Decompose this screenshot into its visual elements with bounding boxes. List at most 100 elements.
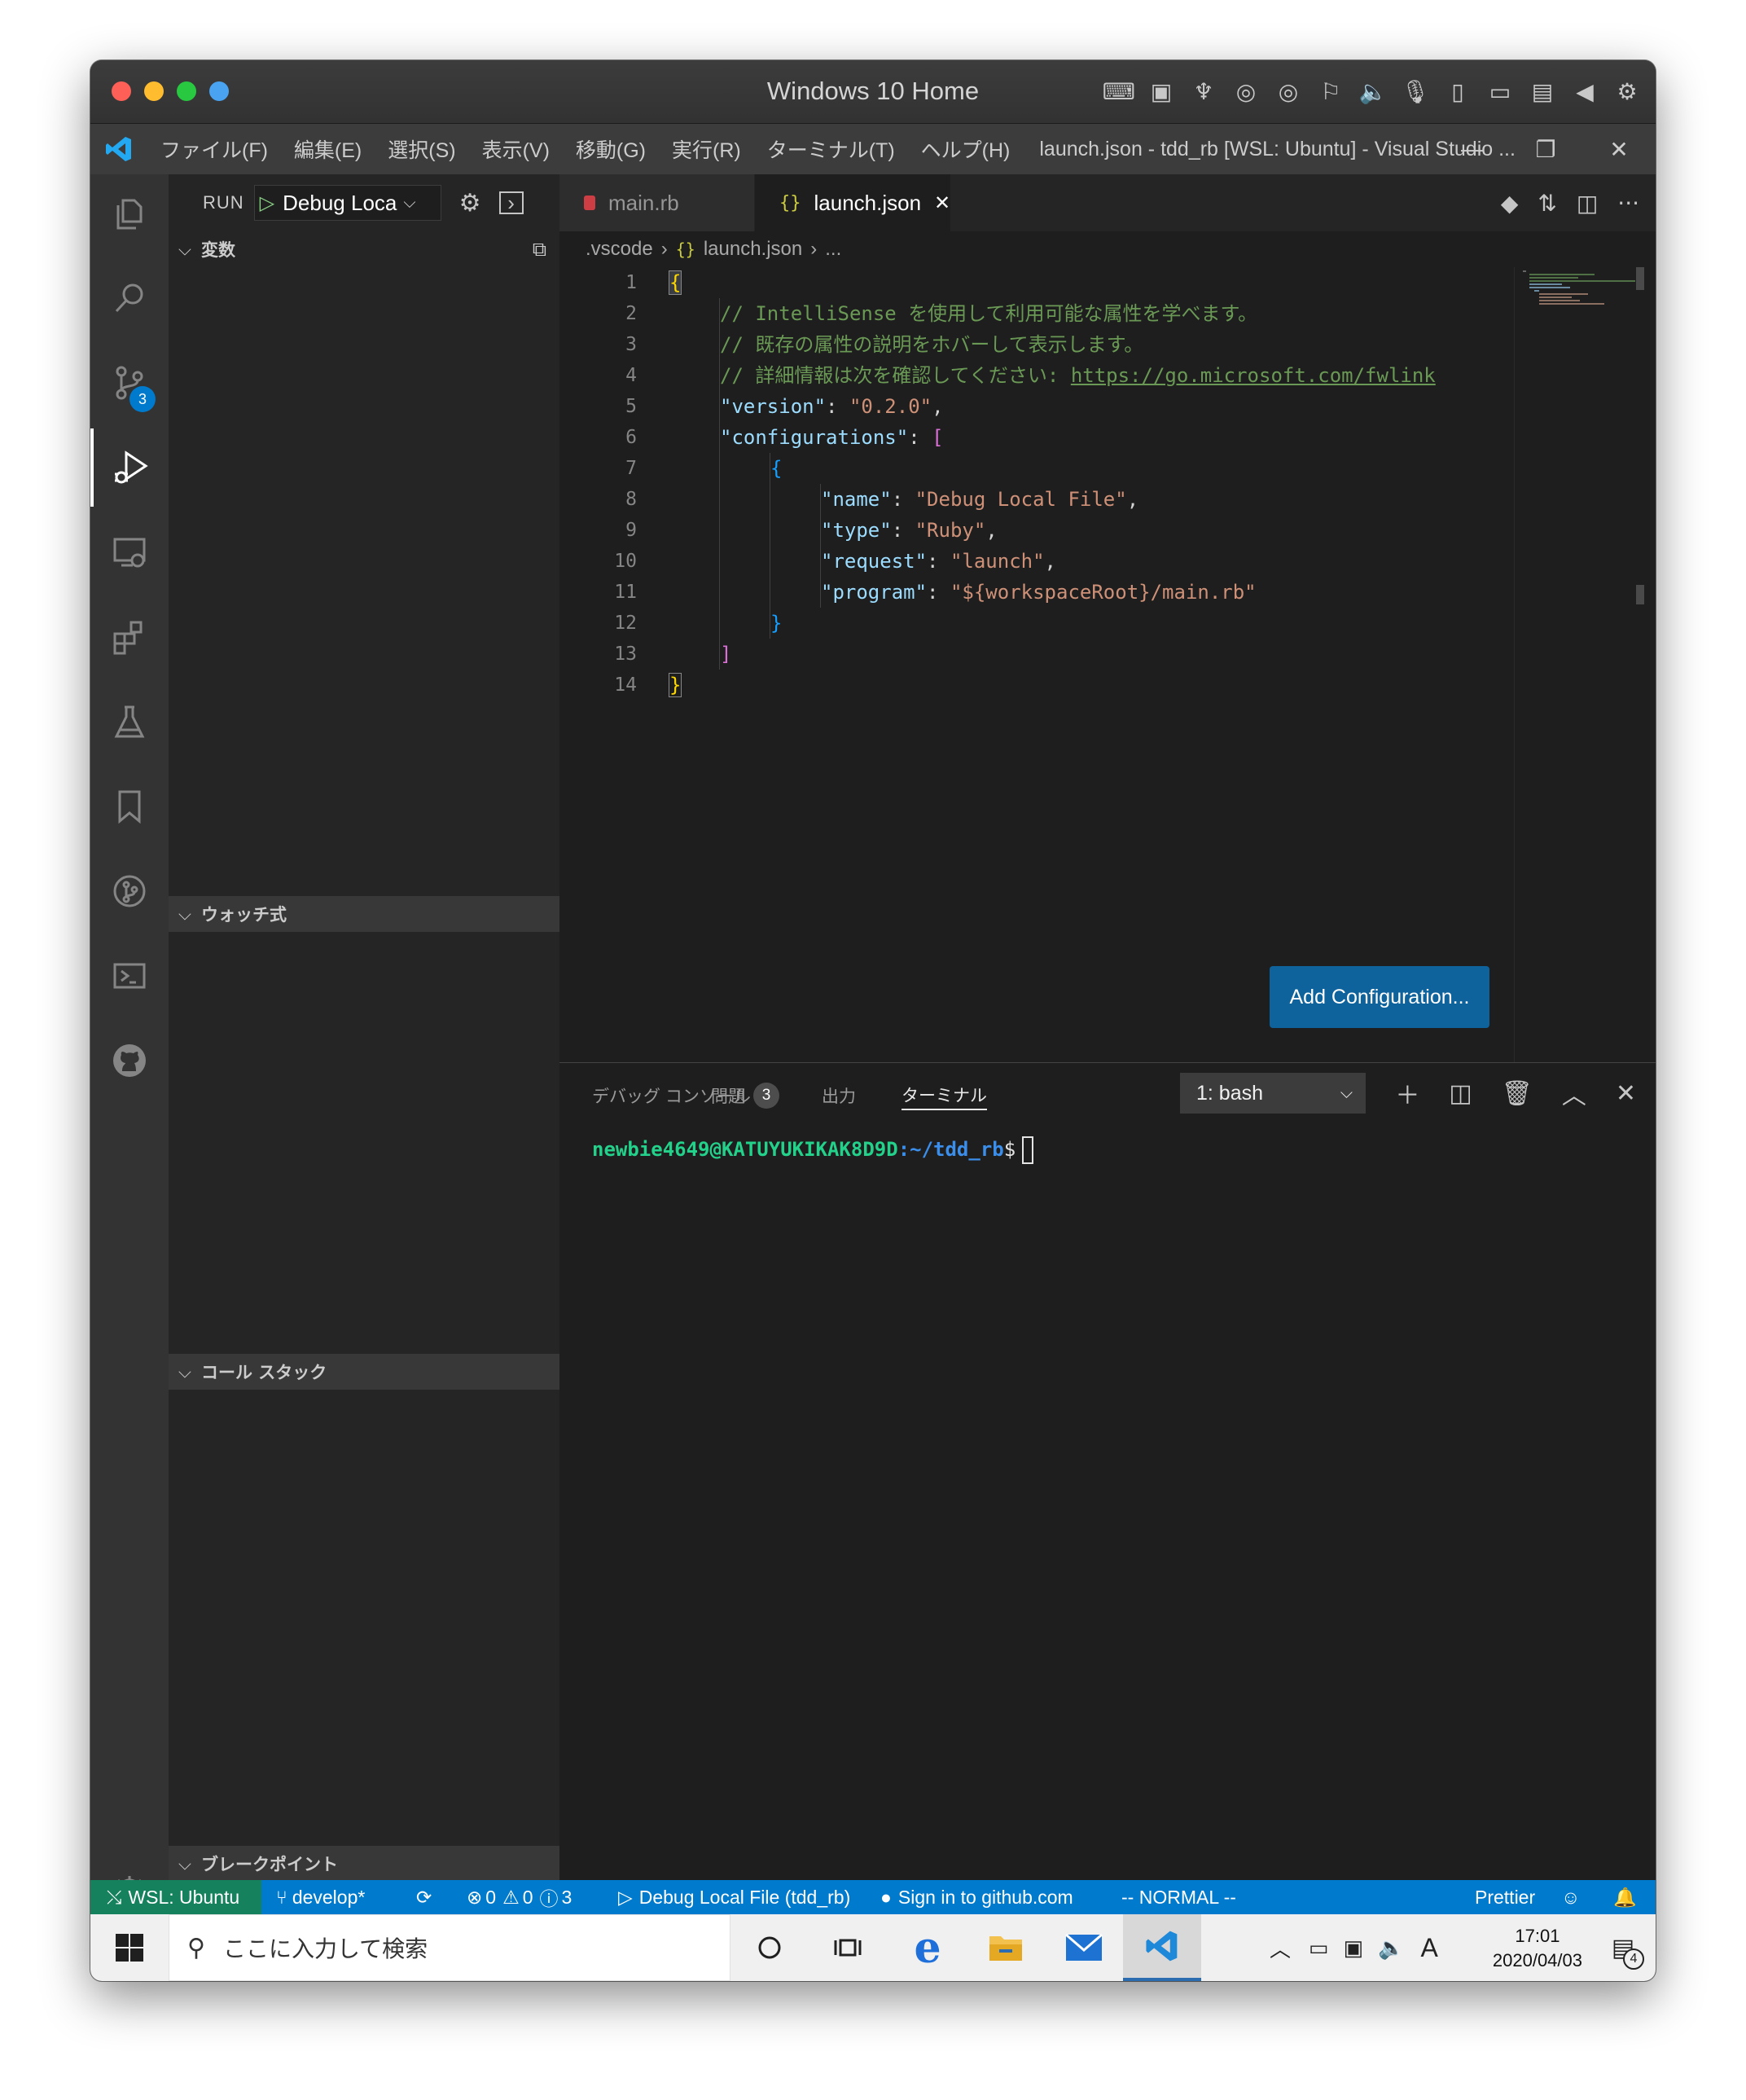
usb-icon[interactable]: ♆ xyxy=(1188,75,1219,108)
extensions-icon[interactable] xyxy=(90,598,169,676)
edge-browser-icon[interactable]: e xyxy=(888,1914,967,1981)
breadcrumb-file[interactable]: launch.json xyxy=(704,238,802,261)
cpu-icon[interactable]: ▣ xyxy=(1146,75,1177,108)
minimize-window-button[interactable]: — xyxy=(1436,124,1509,174)
debug-launch-status[interactable]: ▷ Debug Local File (tdd_rb) xyxy=(618,1880,850,1914)
source-control-icon[interactable]: 3 xyxy=(90,344,169,422)
warning-icon: ⚠ xyxy=(502,1886,520,1908)
sync-icon[interactable]: ⟳ xyxy=(416,1880,432,1914)
terminal-icon[interactable] xyxy=(90,937,169,1015)
folder-share-icon[interactable]: ▤ xyxy=(1527,75,1558,108)
remote-indicator[interactable]: ⤯ WSL: Ubuntu xyxy=(90,1880,261,1914)
windows-start-icon[interactable] xyxy=(90,1914,169,1981)
git-graph-icon[interactable] xyxy=(90,852,169,930)
run-label: RUN xyxy=(203,192,244,213)
microphone-icon[interactable]: 🎙 xyxy=(1400,75,1431,108)
volume-icon[interactable]: 🔈 xyxy=(1378,1935,1404,1961)
cd2-icon[interactable]: ◎ xyxy=(1273,75,1304,108)
restore-window-button[interactable]: ❐ xyxy=(1509,124,1582,174)
code-editor[interactable]: 1 2 3 4 5 6 7 8 9 10 11 12 13 14 { // In… xyxy=(559,267,1656,1062)
bookmark-icon[interactable] xyxy=(90,767,169,846)
line-number: 6 xyxy=(625,427,637,448)
keyboard-icon[interactable]: ⌨ xyxy=(1103,75,1135,108)
line-number: 11 xyxy=(614,582,637,603)
menu-terminal[interactable]: ターミナル(T) xyxy=(754,124,908,174)
breadcrumb-folder[interactable]: .vscode xyxy=(586,238,653,261)
tab-main-rb[interactable]: main.rb xyxy=(559,174,755,231)
cd-icon[interactable]: ◎ xyxy=(1231,75,1261,108)
git-branch[interactable]: ⑂ develop* xyxy=(276,1880,365,1914)
menu-edit[interactable]: 編集(E) xyxy=(281,124,375,174)
editor-scrollbar-thumb[interactable] xyxy=(1636,267,1644,290)
camera-icon[interactable]: ▭ xyxy=(1485,75,1516,108)
network-icon[interactable]: ▣ xyxy=(1344,1935,1364,1961)
doc-link[interactable]: https://go.microsoft.com/fwlink xyxy=(1071,364,1436,387)
tab-problems[interactable]: 問題 3 xyxy=(711,1081,779,1110)
code-line-1: { xyxy=(668,267,682,298)
task-view-icon[interactable] xyxy=(809,1914,887,1981)
speaker-icon[interactable]: 🔈 xyxy=(1358,75,1388,108)
back-arrow-icon[interactable]: ◀ xyxy=(1569,75,1600,108)
line-number: 1 xyxy=(625,272,637,293)
feedback-icon[interactable]: ☺ xyxy=(1561,1880,1580,1914)
tab-output[interactable]: 出力 xyxy=(822,1081,856,1110)
file-explorer-icon[interactable] xyxy=(967,1914,1045,1981)
tab-launch-json[interactable]: {} launch.json ✕ xyxy=(755,174,950,231)
vscode-taskbar-icon[interactable] xyxy=(1123,1914,1201,1981)
kill-terminal-trash-icon[interactable]: 🗑 xyxy=(1502,1079,1533,1108)
callstack-section-header[interactable]: ⌵ コール スタック xyxy=(169,1354,559,1390)
remote-explorer-icon[interactable] xyxy=(90,513,169,591)
ime-indicator[interactable]: A xyxy=(1421,1933,1438,1963)
watch-section-header[interactable]: ⌵ ウォッチ式 xyxy=(169,896,559,932)
maximize-panel-chevron-up-icon[interactable]: ︿ xyxy=(1562,1075,1586,1111)
split-editor-icon[interactable]: ◫ xyxy=(1577,190,1598,217)
prettier-status[interactable]: Prettier xyxy=(1475,1880,1535,1914)
open-launch-json-gear-icon[interactable]: ⚙ xyxy=(459,189,481,217)
split-terminal-icon[interactable]: ◫ xyxy=(1449,1079,1472,1108)
github-icon[interactable] xyxy=(90,1021,169,1100)
add-configuration-button[interactable]: Add Configuration... xyxy=(1270,966,1489,1028)
menu-view[interactable]: 表示(V) xyxy=(469,124,563,174)
search-icon[interactable] xyxy=(90,259,169,337)
flag-icon[interactable]: ⚐ xyxy=(1315,75,1346,108)
minimap[interactable] xyxy=(1514,267,1644,1062)
battery-icon[interactable]: ▭ xyxy=(1309,1935,1329,1961)
menu-go[interactable]: 移動(G) xyxy=(563,124,659,174)
variables-section-header[interactable]: ⌵ 変数 ⧉ xyxy=(169,231,559,267)
more-actions-icon[interactable]: ··· xyxy=(1617,190,1639,217)
collapse-all-icon[interactable]: ⧉ xyxy=(533,238,546,261)
debug-console-icon[interactable]: › xyxy=(498,191,524,215)
terminal-output[interactable]: newbie4649@KATUYUKIKAK8D9D:~/tdd_rb$ xyxy=(592,1136,1034,1164)
testing-flask-icon[interactable] xyxy=(90,683,169,761)
close-tab-icon[interactable]: ✕ xyxy=(934,191,950,215)
breakpoints-section-header[interactable]: ⌵ ブレークポイント xyxy=(169,1846,559,1882)
json-file-icon: {} xyxy=(779,192,801,213)
close-panel-icon[interactable]: ✕ xyxy=(1616,1079,1636,1108)
new-terminal-icon[interactable]: ＋ xyxy=(1395,1075,1419,1111)
menu-file[interactable]: ファイル(F) xyxy=(147,124,281,174)
taskbar-clock[interactable]: 17:01 2020/04/03 xyxy=(1493,1924,1582,1973)
run-debug-icon[interactable] xyxy=(90,428,169,507)
taskbar-search-box[interactable]: ⚲ ここに入力して検索 xyxy=(169,1914,730,1981)
open-changes-icon[interactable]: ⇅ xyxy=(1538,190,1556,217)
cortana-icon[interactable] xyxy=(730,1914,809,1981)
git-compare-icon[interactable]: ◆ xyxy=(1501,190,1519,217)
menu-run[interactable]: 実行(R) xyxy=(659,124,754,174)
terminal-select[interactable]: 1: bash ⌵ xyxy=(1180,1073,1366,1114)
menu-selection[interactable]: 選択(S) xyxy=(375,124,468,174)
mail-icon[interactable] xyxy=(1045,1914,1123,1981)
breadcrumb-more[interactable]: ... xyxy=(825,238,841,261)
tab-terminal[interactable]: ターミナル xyxy=(902,1081,987,1110)
github-sign-in[interactable]: ● Sign in to github.com xyxy=(880,1880,1073,1914)
start-debugging-icon[interactable]: ▷ xyxy=(260,191,274,215)
problems-status[interactable]: ⊗ 0 ⚠ 0 ⓘ 3 xyxy=(467,1880,572,1914)
printer-icon[interactable]: ▯ xyxy=(1442,75,1473,108)
close-window-button[interactable]: ✕ xyxy=(1582,124,1656,174)
debug-config-select[interactable]: ▷ Debug Loca ⌵ xyxy=(253,185,441,221)
explorer-icon[interactable] xyxy=(90,174,169,253)
menu-help[interactable]: ヘルプ(H) xyxy=(908,124,1024,174)
gear-icon[interactable]: ⚙ xyxy=(1612,75,1643,108)
notifications-bell-icon[interactable]: 🔔 xyxy=(1613,1880,1637,1914)
action-center-icon[interactable]: ▤ 4 xyxy=(1590,1914,1656,1981)
chevron-up-icon[interactable]: ︿ xyxy=(1270,1933,1291,1963)
